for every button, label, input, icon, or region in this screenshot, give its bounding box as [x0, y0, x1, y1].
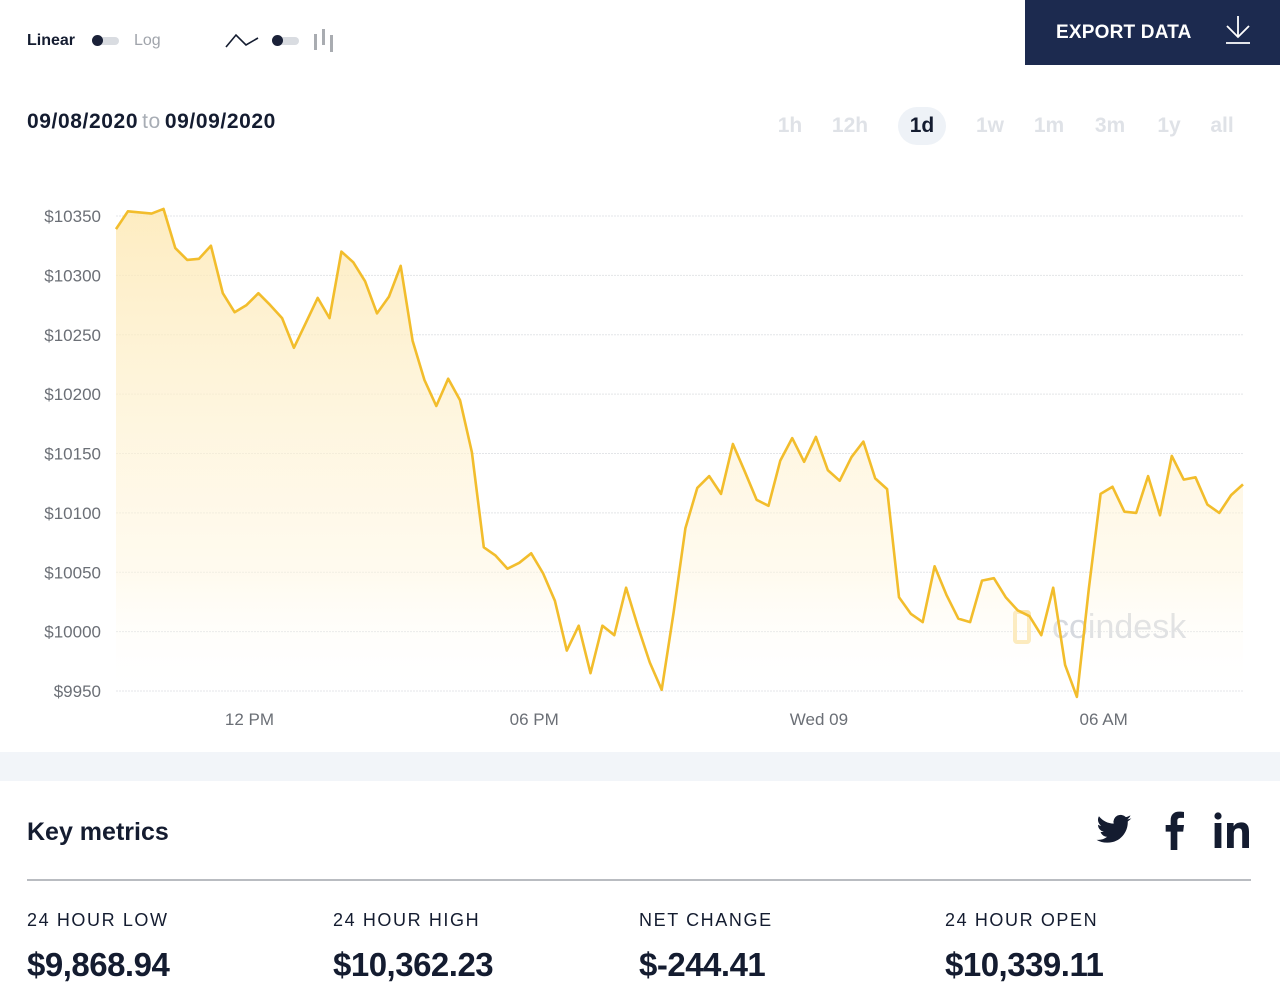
y-tick-label: $10300 [44, 266, 101, 285]
x-tick-label: 06 PM [510, 710, 559, 729]
metric-value: $9,868.94 [27, 946, 170, 983]
toggle-knob [272, 35, 283, 46]
period-1h[interactable]: 1h [770, 107, 810, 145]
x-tick-label: 12 PM [225, 710, 274, 729]
x-tick-label: Wed 09 [790, 710, 848, 729]
metric-label: NET CHANGE [639, 910, 773, 930]
x-axis-ticks: 12 PM 06 PM Wed 09 06 AM [225, 710, 1128, 729]
metric-value: $10,339.11 [945, 946, 1104, 983]
metric-value: $10,362.23 [333, 946, 494, 983]
toggle-knob [92, 35, 103, 46]
x-tick-label: 06 AM [1080, 710, 1128, 729]
key-metrics-title: Key metrics [27, 818, 169, 846]
y-tick-label: $10050 [44, 563, 101, 582]
scale-linear-label[interactable]: Linear [27, 32, 75, 50]
metric-label: 24 HOUR OPEN [945, 910, 1099, 930]
metric-value: $-244.41 [639, 946, 766, 983]
metric-net-change: NET CHANGE $-244.41 [639, 910, 773, 984]
period-3m[interactable]: 3m [1088, 107, 1132, 145]
period-1m[interactable]: 1m [1028, 107, 1070, 145]
metric-label: 24 HOUR LOW [27, 910, 169, 930]
line-chart-icon[interactable] [225, 30, 259, 50]
period-1y[interactable]: 1y [1150, 107, 1188, 145]
export-data-button[interactable]: EXPORT DATA [1025, 0, 1280, 65]
price-chart[interactable]: $10350 $10300 $10250 $10200 $10150 $10100 $100… [0, 190, 1280, 740]
key-metrics-divider [27, 879, 1251, 881]
facebook-icon[interactable] [1163, 810, 1185, 850]
period-selector: 1h 12h 1d 1w 1m 3m 1y all [0, 107, 1280, 145]
linkedin-icon[interactable] [1213, 810, 1253, 850]
period-1d[interactable]: 1d [898, 107, 946, 145]
y-tick-label: $10250 [44, 326, 101, 345]
download-icon [1226, 16, 1250, 44]
chart-toolbar: Linear Log EXPORT DATA [0, 0, 1280, 66]
scale-log-label[interactable]: Log [134, 32, 161, 50]
y-tick-label: $10200 [44, 385, 101, 404]
y-tick-label: $10100 [44, 504, 101, 523]
metric-24h-low: 24 HOUR LOW $9,868.94 [27, 910, 170, 984]
y-tick-label: $10000 [44, 623, 101, 642]
metric-24h-open: 24 HOUR OPEN $10,339.11 [945, 910, 1104, 984]
period-all[interactable]: all [1204, 107, 1240, 145]
candlestick-chart-icon[interactable] [313, 28, 335, 52]
y-axis-ticks: $10350 $10300 $10250 $10200 $10150 $10100 $100… [44, 207, 101, 701]
metric-24h-high: 24 HOUR HIGH $10,362.23 [333, 910, 494, 984]
scale-toggle[interactable] [92, 35, 119, 46]
chart-type-toggle[interactable] [272, 35, 299, 46]
export-data-label: EXPORT DATA [1056, 22, 1192, 43]
section-divider [0, 752, 1280, 781]
y-tick-label: $10350 [44, 207, 101, 226]
period-1w[interactable]: 1w [970, 107, 1010, 145]
y-tick-label: $9950 [54, 682, 101, 701]
twitter-icon[interactable] [1095, 810, 1133, 850]
y-tick-label: $10150 [44, 445, 101, 464]
metric-label: 24 HOUR HIGH [333, 910, 481, 930]
period-12h[interactable]: 12h [826, 107, 874, 145]
